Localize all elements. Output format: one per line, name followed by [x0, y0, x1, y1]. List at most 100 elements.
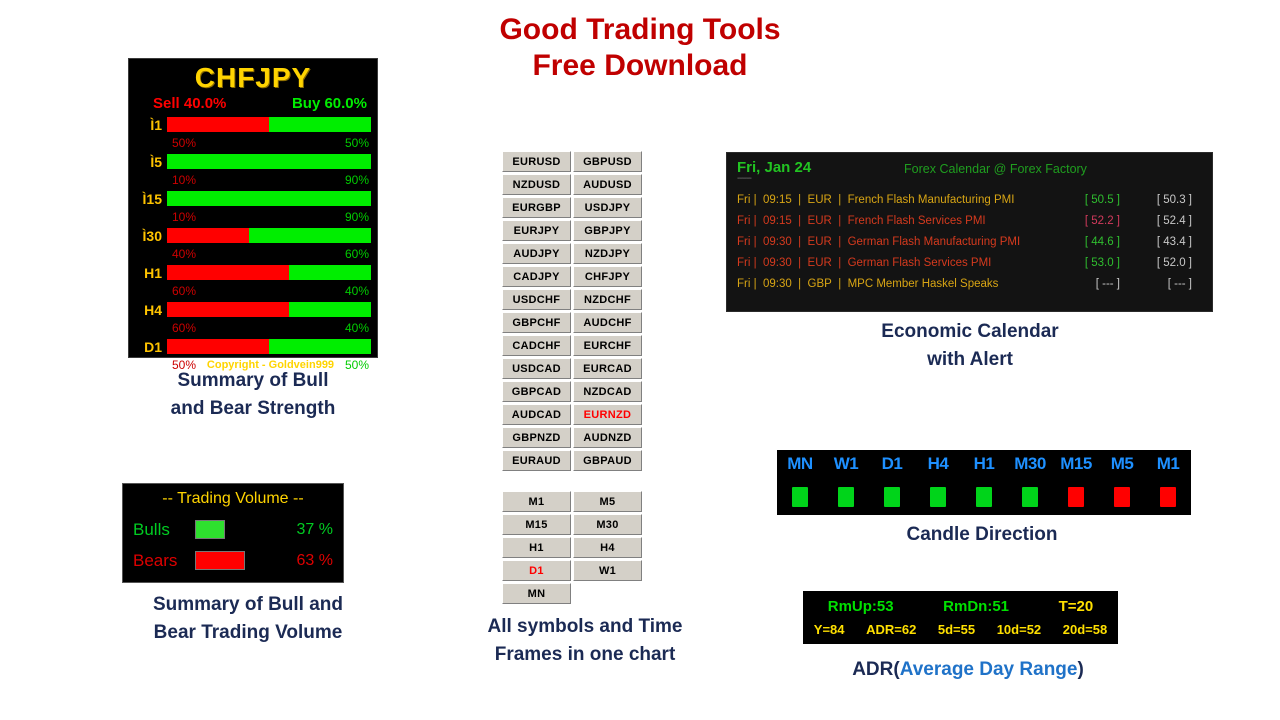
strength-caption-line-1: Summary of Bull	[177, 370, 329, 391]
grid-cell-audusd[interactable]: AUDUSD	[573, 174, 642, 195]
grid-row: EURUSD GBPUSD	[502, 151, 642, 172]
grid-cell-cadchf[interactable]: CADCHF	[502, 335, 571, 356]
calendar-row-actual: [ 52.2 ]	[1084, 214, 1120, 227]
candle-timeframe-label: MN	[787, 454, 813, 473]
grid-cell-eurjpy[interactable]: EURJPY	[502, 220, 571, 241]
grid-row: EURGBP USDJPY	[502, 197, 642, 218]
calendar-caption-line-1: Economic Calendar	[881, 321, 1059, 342]
volume-panel-title: -- Trading Volume --	[162, 490, 304, 507]
grid-cell-audcad[interactable]: AUDCAD	[502, 404, 571, 425]
adr-yesterday: Y=84	[813, 621, 845, 637]
grid-row: M15 M30	[502, 514, 642, 535]
grid-cell-usdcad[interactable]: USDCAD	[502, 358, 571, 379]
grid-cell-gbpusd[interactable]: GBPUSD	[573, 151, 642, 172]
grid-cell-eurchf[interactable]: EURCHF	[573, 335, 642, 356]
candle-timeframe-label: M30	[1014, 454, 1046, 473]
strength-row-bar	[167, 228, 371, 243]
grid-cell-audnzd[interactable]: AUDNZD	[573, 427, 642, 448]
strength-row-H1: H1	[135, 261, 371, 284]
strength-caption-line-2: and Bear Strength	[170, 398, 336, 419]
strength-row-bar	[167, 265, 371, 280]
adr-caption-suffix: )	[1077, 659, 1084, 680]
grid-cell-m5[interactable]: M5	[573, 491, 642, 512]
candle-cell-d1: D1	[869, 454, 915, 507]
strength-row-timeframe: D1	[144, 338, 162, 355]
grid-cell-audjpy[interactable]: AUDJPY	[502, 243, 571, 264]
adr-today-range: T=20	[1058, 597, 1094, 615]
strength-row-percents: 40% 60%	[135, 247, 371, 261]
strength-row-percents: 50% 50%	[135, 136, 371, 150]
symbols-caption-line-2: Frames in one chart	[494, 644, 676, 665]
grid-cell-chfjpy[interactable]: CHFJPY	[573, 266, 642, 287]
strength-row-Ì1: Ì1	[135, 113, 371, 136]
grid-cell-eurnzd[interactable]: EURNZD	[573, 404, 642, 425]
grid-cell-h1[interactable]: H1	[502, 537, 571, 558]
grid-row: AUDJPY NZDJPY	[502, 243, 642, 264]
symbols-grid[interactable]: EURUSD GBPUSD NZDUSD AUDUSD EURGBP USDJPY EURJ…	[502, 151, 642, 473]
grid-cell-mn[interactable]: MN	[502, 583, 571, 604]
strength-row-timeframe: Ì15	[142, 190, 162, 207]
calendar-row-event: Fri | 09:30 | EUR | German Flash Manufac…	[737, 235, 1021, 248]
calendar-row-actual: [ 44.6 ]	[1084, 235, 1120, 248]
grid-cell-gbpchf[interactable]: GBPCHF	[502, 312, 571, 333]
strength-row-buy-pct: 90%	[344, 173, 369, 187]
grid-cell-h4[interactable]: H4	[573, 537, 642, 558]
grid-cell-nzdjpy[interactable]: NZDJPY	[573, 243, 642, 264]
strength-row-Ì5: Ì5	[135, 150, 371, 173]
volume-caption-line-2: Bear Trading Volume	[153, 622, 343, 643]
grid-cell-audchf[interactable]: AUDCHF	[573, 312, 642, 333]
candle-cell-m5: M5	[1099, 454, 1145, 507]
grid-cell-gbpcad[interactable]: GBPCAD	[502, 381, 571, 402]
grid-cell-eurusd[interactable]: EURUSD	[502, 151, 571, 172]
grid-cell-m15[interactable]: M15	[502, 514, 571, 535]
bulls-bar	[195, 520, 225, 539]
grid-cell-m1[interactable]: M1	[502, 491, 571, 512]
grid-cell-nzdcad[interactable]: NZDCAD	[573, 381, 642, 402]
strength-row-sell-fill	[167, 339, 269, 354]
grid-cell-m30[interactable]: M30	[573, 514, 642, 535]
strength-row-buy-pct: 90%	[344, 210, 369, 224]
strength-sell-total: Sell 40.0%	[153, 95, 227, 112]
bull-bear-strength-panel: CHFJPY Sell 40.0% Buy 60.0% Ì1 50% 50% Ì5 10…	[128, 58, 378, 372]
strength-row-timeframe: Ì30	[142, 227, 162, 244]
calendar-row-event: Fri | 09:30 | GBP | MPC Member Haskel Sp…	[737, 277, 999, 290]
volume-caption-line-1: Summary of Bull and	[152, 594, 344, 615]
strength-row-bar	[167, 339, 371, 354]
candle-direction-box-down	[1114, 487, 1130, 507]
grid-cell-empty	[573, 583, 642, 604]
strength-row-bar	[167, 154, 371, 169]
grid-cell-eurcad[interactable]: EURCAD	[573, 358, 642, 379]
calendar-row-event: Fri | 09:30 | EUR | German Flash Service…	[737, 256, 992, 269]
timeframes-grid[interactable]: M1 M5 M15 M30 H1 H4 D1 W1 MN	[502, 491, 642, 606]
strength-symbol-label: CHFJPY	[194, 62, 312, 93]
grid-cell-gbpnzd[interactable]: GBPNZD	[502, 427, 571, 448]
grid-cell-cadjpy[interactable]: CADJPY	[502, 266, 571, 287]
calendar-row-event: Fri | 09:15 | EUR | French Flash Service…	[737, 214, 986, 227]
grid-cell-euraud[interactable]: EURAUD	[502, 450, 571, 471]
candle-cell-h4: H4	[915, 454, 961, 507]
strength-row-timeframe: H4	[144, 301, 162, 318]
grid-cell-usdchf[interactable]: USDCHF	[502, 289, 571, 310]
strength-row-buy-pct: 60%	[344, 247, 369, 261]
candle-timeframe-label: M15	[1060, 454, 1092, 473]
bulls-bar-wrap	[195, 520, 275, 539]
grid-row: M1 M5	[502, 491, 642, 512]
grid-cell-nzdusd[interactable]: NZDUSD	[502, 174, 571, 195]
grid-cell-nzdchf[interactable]: NZDCHF	[573, 289, 642, 310]
grid-row: MN	[502, 583, 642, 604]
strength-row-sell-fill	[167, 117, 269, 132]
grid-cell-gbpjpy[interactable]: GBPJPY	[573, 220, 642, 241]
adr-remaining-down: RmDn:51	[943, 597, 1010, 615]
trading-volume-panel: -- Trading Volume -- Bulls 37 % Bears 63…	[122, 483, 344, 583]
grid-row: CADCHF EURCHF	[502, 335, 642, 356]
grid-cell-gbpaud[interactable]: GBPAUD	[573, 450, 642, 471]
calendar-row-forecast: [ 43.4 ]	[1156, 235, 1192, 248]
adr-caption-line: ADR(Average Day Range)	[828, 656, 1108, 684]
grid-cell-eurgbp[interactable]: EURGBP	[502, 197, 571, 218]
candle-timeframe-label: M1	[1156, 454, 1180, 473]
strength-row-bar	[167, 117, 371, 132]
grid-cell-w1[interactable]: W1	[573, 560, 642, 581]
grid-cell-usdjpy[interactable]: USDJPY	[573, 197, 642, 218]
strength-header: Sell 40.0% Buy 60.0%	[135, 93, 371, 113]
grid-cell-d1[interactable]: D1	[502, 560, 571, 581]
